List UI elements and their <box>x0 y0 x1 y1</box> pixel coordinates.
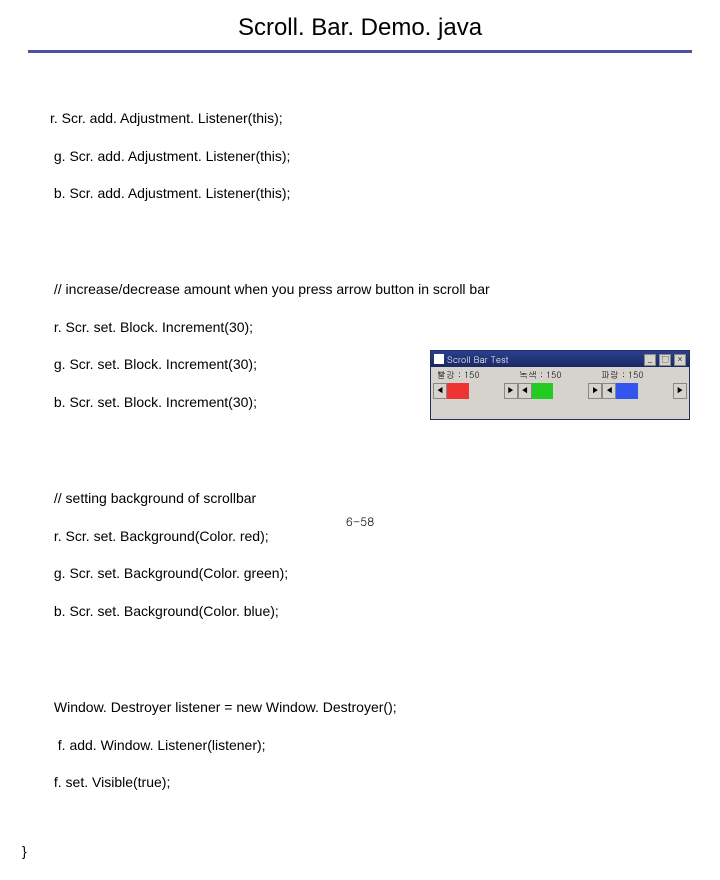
code-line: r. Scr. add. Adjustment. Listener(this); <box>50 109 708 128</box>
minimize-button[interactable]: _ <box>644 354 656 366</box>
code-line: r. Scr. set. Block. Increment(30); <box>50 318 708 337</box>
slide-title: Scroll. Bar. Demo. java <box>0 0 720 50</box>
arrow-right-icon[interactable]: ▶ <box>673 383 687 399</box>
code-line: Window. Destroyer listener = new Window.… <box>50 698 708 717</box>
code-line: f. add. Window. Listener(listener); <box>50 736 708 755</box>
code-comment: // setting background of scrollbar <box>50 489 708 508</box>
code-close-brace: } <box>22 842 708 861</box>
code-line: f. set. Visible(true); <box>50 773 708 792</box>
page-number: 6-58 <box>0 513 720 530</box>
close-button[interactable]: × <box>674 354 686 366</box>
title-divider <box>28 50 692 53</box>
color-labels: 빨강 : 150 녹색 : 150 파랑 : 150 <box>431 367 689 381</box>
scrollbar-blue[interactable]: ◀ ▶ <box>602 383 687 399</box>
app-window: Scroll Bar Test _ □ × 빨강 : 150 녹색 : 150 … <box>430 350 690 420</box>
code-line: b. Scr. set. Background(Color. blue); <box>50 602 708 621</box>
label-green: 녹색 : 150 <box>519 368 601 381</box>
maximize-button[interactable]: □ <box>659 354 671 366</box>
scrollbar-red[interactable]: ◀ ▶ <box>433 383 518 399</box>
arrow-left-icon[interactable]: ◀ <box>602 383 616 399</box>
code-line: b. Scr. add. Adjustment. Listener(this); <box>50 184 708 203</box>
code-line: g. Scr. set. Background(Color. green); <box>50 564 708 583</box>
code-comment: // increase/decrease amount when you pre… <box>50 280 708 299</box>
arrow-right-icon[interactable]: ▶ <box>588 383 602 399</box>
code-line: g. Scr. add. Adjustment. Listener(this); <box>50 147 708 166</box>
label-blue: 파랑 : 150 <box>601 368 683 381</box>
window-title: Scroll Bar Test <box>447 353 509 366</box>
code-block: r. Scr. add. Adjustment. Listener(this);… <box>0 63 720 880</box>
window-titlebar: Scroll Bar Test _ □ × <box>431 351 689 367</box>
arrow-left-icon[interactable]: ◀ <box>433 383 447 399</box>
scrollbar-green[interactable]: ◀ ▶ <box>518 383 603 399</box>
label-red: 빨강 : 150 <box>437 368 519 381</box>
java-icon <box>434 354 444 364</box>
arrow-right-icon[interactable]: ▶ <box>504 383 518 399</box>
arrow-left-icon[interactable]: ◀ <box>518 383 532 399</box>
